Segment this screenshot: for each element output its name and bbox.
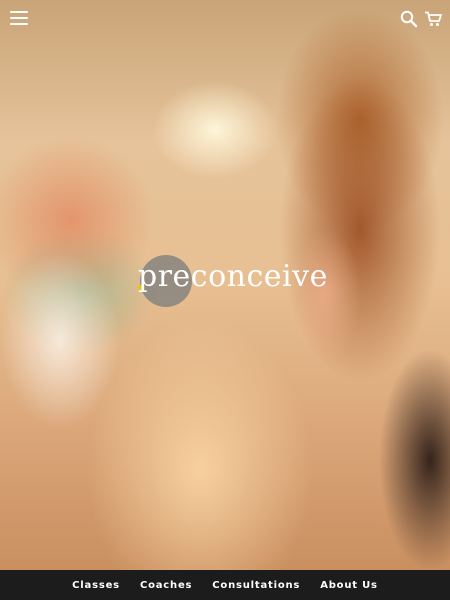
bottom-nav: Classes Coaches Consultations About Us [0,570,450,600]
nav-item-coaches[interactable]: Coaches [140,580,192,591]
search-icon[interactable] [400,10,418,28]
nav-item-consultations[interactable]: Consultations [212,580,300,591]
top-bar [0,0,450,40]
hero-photo-carousel-horse [0,230,160,450]
hero-photo-shirt [360,330,450,570]
hamburger-menu-icon[interactable] [10,11,28,27]
hero-image: preconceive [0,0,450,570]
logo-text: preconceive [138,259,328,294]
shopping-cart-icon[interactable] [424,11,442,27]
nav-item-about-us[interactable]: About Us [320,580,378,591]
site-logo[interactable]: preconceive [138,255,327,315]
nav-item-classes[interactable]: Classes [72,580,120,591]
